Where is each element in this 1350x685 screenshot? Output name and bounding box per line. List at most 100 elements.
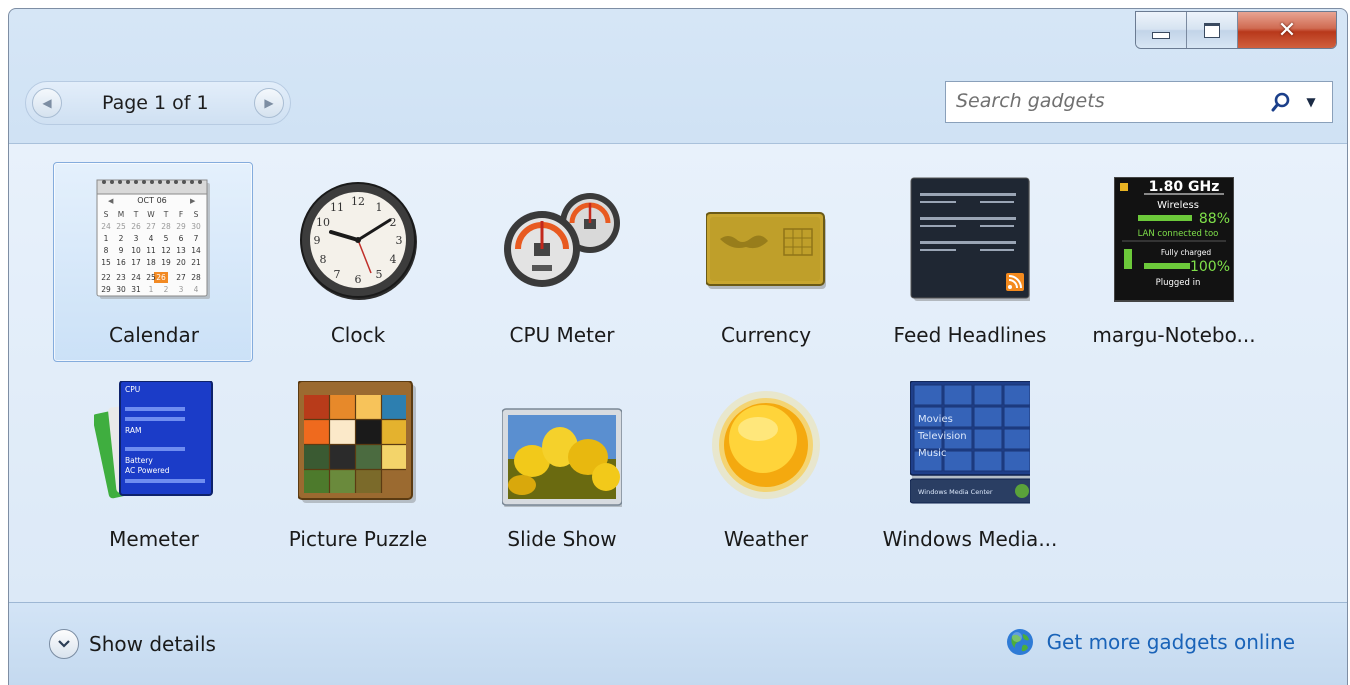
svg-text:AC Powered: AC Powered [125, 466, 170, 475]
svg-text:5: 5 [376, 268, 383, 281]
prev-page-button[interactable]: ◀ [32, 88, 62, 118]
svg-text:11: 11 [330, 201, 344, 214]
svg-text:1: 1 [376, 201, 383, 214]
search-box: ▼ [945, 81, 1333, 123]
gallery-footer: Show details Get more gadgets online [9, 602, 1347, 685]
svg-text:1.80 GHz: 1.80 GHz [1149, 179, 1220, 195]
svg-text:23: 23 [116, 273, 126, 282]
search-icon[interactable] [1270, 91, 1292, 113]
svg-text:1: 1 [104, 234, 109, 243]
svg-text:27: 27 [146, 222, 156, 231]
svg-text:13: 13 [176, 246, 186, 255]
gadget-label: Calendar [109, 323, 199, 347]
svg-text:◀: ◀ [108, 197, 114, 205]
gadget-gallery: ◀ OCT 06 ▶ SMTWTFS 24 25 26 27 28 29 30 123456… [9, 144, 1347, 602]
svg-text:S: S [104, 210, 109, 219]
svg-text:20: 20 [176, 258, 186, 267]
svg-text:Windows Media Center: Windows Media Center [918, 488, 993, 496]
slide-show-icon [502, 408, 622, 507]
clock-icon: 12 1 2 3 4 5 6 7 8 9 10 11 [300, 182, 417, 300]
dropdown-arrow-icon[interactable]: ▼ [1302, 91, 1320, 113]
svg-text:88%: 88% [1199, 211, 1230, 227]
gadget-label: Windows Media... [882, 527, 1058, 551]
gadget-tile-currency[interactable]: Currency [665, 162, 865, 362]
svg-text:M: M [118, 210, 124, 219]
maximize-button[interactable] [1187, 12, 1238, 48]
svg-text:Battery: Battery [125, 456, 153, 465]
svg-text:7: 7 [194, 234, 199, 243]
svg-text:S: S [194, 210, 199, 219]
gadget-tile-windows-media-center[interactable]: Movies Television Music Windows Media Ce… [869, 366, 1069, 566]
cpu-meter-icon [504, 193, 620, 287]
gadget-tile-notebook-status[interactable]: 1.80 GHz Wireless 88% LAN connected too … [1073, 162, 1273, 362]
svg-text:2: 2 [119, 234, 124, 243]
svg-text:30: 30 [191, 222, 201, 231]
gadget-label: Weather [723, 527, 809, 551]
svg-text:4: 4 [149, 234, 154, 243]
svg-text:18: 18 [146, 258, 156, 267]
svg-text:5: 5 [164, 234, 169, 243]
svg-text:22: 22 [101, 273, 111, 282]
gadget-tile-weather[interactable]: Weather [665, 366, 865, 566]
svg-text:Wireless: Wireless [1157, 200, 1199, 211]
gadget-tile-picture-puzzle[interactable]: Picture Puzzle [257, 366, 457, 566]
svg-text:8: 8 [104, 246, 109, 255]
svg-text:30: 30 [116, 285, 126, 294]
svg-text:26: 26 [156, 273, 166, 282]
gadget-label: Feed Headlines [893, 323, 1047, 347]
svg-text:Music: Music [918, 448, 946, 459]
chevron-right-icon: ▶ [264, 96, 274, 110]
svg-text:12: 12 [161, 246, 171, 255]
gadget-tile-cpu-meter[interactable]: CPU Meter [461, 162, 661, 362]
gadget-label: Slide Show [507, 527, 617, 551]
gadget-label: Picture Puzzle [288, 527, 428, 551]
svg-text:28: 28 [191, 273, 201, 282]
maximize-icon [1204, 22, 1220, 38]
gadget-label: Clock [330, 323, 386, 347]
minimize-button[interactable] [1136, 12, 1187, 48]
svg-text:16: 16 [116, 258, 126, 267]
svg-text:25: 25 [146, 273, 156, 282]
window-chrome: ✕ ◀ Page 1 of 1 ▶ ▼ [9, 9, 1347, 143]
notebook-status-icon: 1.80 GHz Wireless 88% LAN connected too … [1114, 177, 1234, 302]
svg-text:100%: 100% [1190, 259, 1230, 275]
svg-text:28: 28 [161, 222, 171, 231]
chevron-down-icon[interactable] [49, 629, 79, 659]
svg-text:W: W [147, 210, 155, 219]
svg-text:CPU: CPU [125, 385, 140, 394]
page-indicator: Page 1 of 1 [102, 92, 209, 114]
gadget-tile-memeter[interactable]: CPU RAM Battery AC Powered Memeter [53, 366, 253, 566]
svg-text:F: F [179, 210, 183, 219]
svg-text:6: 6 [355, 273, 362, 286]
chevron-left-icon: ◀ [42, 96, 52, 110]
svg-text:Plugged in: Plugged in [1156, 278, 1201, 288]
svg-text:Movies: Movies [918, 414, 953, 425]
close-icon: ✕ [1277, 17, 1297, 43]
gadget-tile-calendar[interactable]: ◀ OCT 06 ▶ SMTWTFS 24 25 26 27 28 29 30 123456… [53, 162, 253, 362]
gadget-tile-clock[interactable]: 12 1 2 3 4 5 6 7 8 9 10 11 Clock [257, 162, 457, 362]
svg-text:2: 2 [164, 285, 169, 294]
gadget-label: margu-Notebo... [1092, 323, 1256, 347]
show-details-toggle[interactable]: Show details [49, 629, 216, 659]
svg-text:27: 27 [176, 273, 186, 282]
svg-text:25: 25 [116, 222, 126, 231]
svg-text:10: 10 [316, 216, 330, 229]
search-input[interactable] [956, 90, 1256, 112]
gadget-label: Memeter [109, 527, 199, 551]
svg-text:29: 29 [176, 222, 186, 231]
get-more-gadgets-label[interactable]: Get more gadgets online [1047, 630, 1295, 654]
gadget-tile-slide-show[interactable]: Slide Show [461, 366, 661, 566]
close-button[interactable]: ✕ [1238, 12, 1336, 48]
gadget-tile-feed-headlines[interactable]: Feed Headlines [869, 162, 1069, 362]
svg-text:6: 6 [179, 234, 184, 243]
get-more-gadgets-link[interactable]: Get more gadgets online [1005, 627, 1295, 657]
next-page-button[interactable]: ▶ [254, 88, 284, 118]
svg-text:2: 2 [390, 216, 397, 229]
svg-text:▶: ▶ [190, 197, 196, 205]
currency-icon [706, 212, 826, 289]
svg-text:29: 29 [101, 285, 111, 294]
svg-text:24: 24 [101, 222, 111, 231]
svg-text:10: 10 [131, 246, 141, 255]
show-details-label[interactable]: Show details [89, 632, 216, 656]
svg-text:31: 31 [131, 285, 141, 294]
